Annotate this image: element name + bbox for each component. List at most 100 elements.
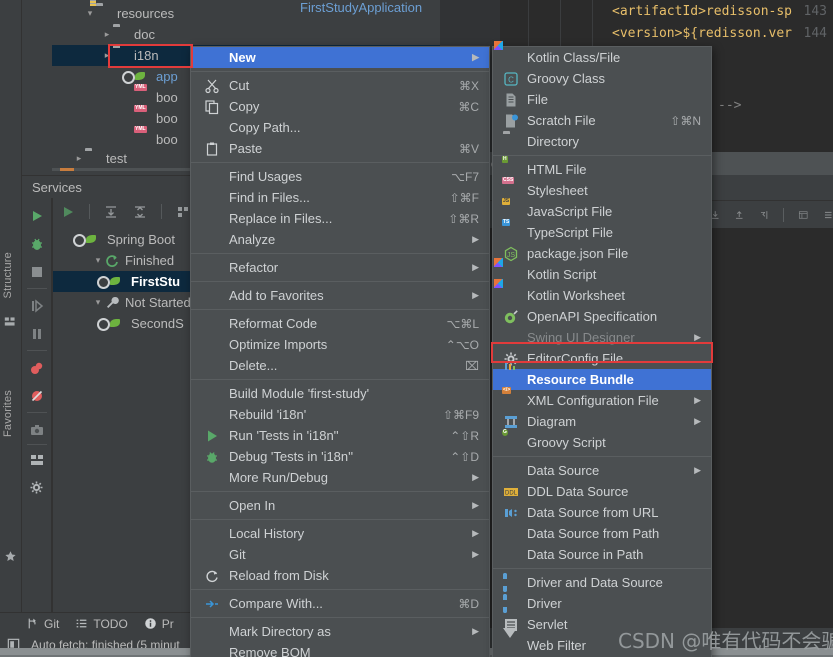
new-submenu[interactable]: Kotlin Class/File C Groovy Class File Sc… xyxy=(492,46,712,657)
menu-item-local-history[interactable]: Local History ▶ xyxy=(191,523,489,544)
menu-item-find-in-files[interactable]: Find in Files... ⇧⌘F xyxy=(191,187,489,208)
menu-item-copy-path[interactable]: Copy Path... xyxy=(191,117,489,138)
debug-icon[interactable] xyxy=(29,236,45,252)
chevron-right-icon[interactable] xyxy=(73,153,85,164)
run-icon[interactable] xyxy=(29,208,45,224)
submenu-item-kotlin-worksheet[interactable]: Kotlin Worksheet xyxy=(493,285,711,306)
submenu-item-data-source-in-path[interactable]: Data Source in Path xyxy=(493,544,711,565)
submenu-item-stylesheet[interactable]: CSS Stylesheet xyxy=(493,176,711,201)
submenu-item-kotlin-class-file[interactable]: Kotlin Class/File xyxy=(493,47,711,68)
run-icon[interactable] xyxy=(60,204,76,220)
menu-item-analyze[interactable]: Analyze ▶ xyxy=(191,229,489,250)
service-node-spring-boot[interactable]: Spring Boot xyxy=(74,229,175,250)
menu-item-copy[interactable]: Copy ⌘C xyxy=(191,96,489,117)
menu-item-add-to-favorites[interactable]: Add to Favorites ▶ xyxy=(191,285,489,306)
submenu-item-data-source[interactable]: Data Source ▶ xyxy=(493,460,711,481)
status-todo[interactable]: TODO xyxy=(75,617,128,631)
chevron-right-icon[interactable] xyxy=(101,29,113,40)
submenu-item-openapi-specification[interactable]: OpenAPI Specification xyxy=(493,306,711,327)
menu-item-remove-bom[interactable]: Remove BOM xyxy=(191,642,489,657)
expand-all-icon[interactable] xyxy=(103,204,119,220)
layout-icon[interactable] xyxy=(29,452,45,468)
submenu-item-groovy-script[interactable]: G Groovy Script xyxy=(493,428,711,453)
menu-item-mark-directory-as[interactable]: Mark Directory as ▶ xyxy=(191,621,489,642)
resume-icon[interactable] xyxy=(29,298,45,314)
menu-item-run-tests[interactable]: Run 'Tests in 'i18n'' ⌃⇧R xyxy=(191,425,489,446)
svg-text:C: C xyxy=(508,75,514,84)
stop-icon[interactable] xyxy=(29,264,45,280)
menu-item-debug-tests[interactable]: Debug 'Tests in 'i18n'' ⌃⇧D xyxy=(191,446,489,467)
menu-item-open-in[interactable]: Open In ▶ xyxy=(191,495,489,516)
menu-item-find-usages[interactable]: Find Usages ⌥F7 xyxy=(191,166,489,187)
submenu-item-driver[interactable]: Driver xyxy=(493,593,711,614)
menu-item-optimize-imports[interactable]: Optimize Imports ⌃⌥O xyxy=(191,334,489,355)
list-icon[interactable] xyxy=(823,207,833,223)
tool-window-favorites[interactable]: Favorites xyxy=(2,390,14,437)
star-icon[interactable] xyxy=(4,550,17,563)
menu-item-delete[interactable]: Delete... ⌧ xyxy=(191,355,489,376)
tree-item-yml[interactable]: boo xyxy=(135,129,178,150)
submenu-item-driver-and-data-source[interactable]: Driver and Data Source xyxy=(493,572,711,593)
submenu-item-xml-configuration-file[interactable]: </> XML Configuration File ▶ xyxy=(493,386,711,411)
submenu-item-resource-bundle[interactable]: Resource Bundle xyxy=(493,369,711,390)
menu-item-label: Paste xyxy=(229,141,263,156)
tree-item-doc[interactable]: doc xyxy=(101,24,155,45)
context-menu[interactable]: New ▶ Cut ⌘X Copy ⌘C Copy Path... Paste … xyxy=(190,46,490,657)
menu-item-reload-from-disk[interactable]: Reload from Disk xyxy=(191,565,489,586)
divider xyxy=(27,350,47,351)
table-icon[interactable] xyxy=(798,207,808,223)
service-node-second-study[interactable]: SecondS xyxy=(110,313,184,334)
submenu-item-file[interactable]: File xyxy=(493,89,711,110)
service-node-label: Not Started xyxy=(125,295,191,310)
insert-cursor-icon[interactable] xyxy=(759,207,769,223)
chevron-down-icon[interactable] xyxy=(92,297,104,308)
tool-window-structure[interactable]: Structure xyxy=(2,252,14,298)
submenu-item-package-json-file[interactable]: JS package.json File xyxy=(493,243,711,264)
submenu-item-scratch-file[interactable]: Scratch File ⇧⌘N xyxy=(493,110,711,131)
chevron-down-icon[interactable] xyxy=(84,8,96,19)
tree-item-test[interactable]: test xyxy=(73,148,127,169)
left-tool-window-strip: Structure Favorites xyxy=(0,0,22,612)
menu-item-build-module[interactable]: Build Module 'first-study' xyxy=(191,383,489,404)
menu-item-paste[interactable]: Paste ⌘V xyxy=(191,138,489,159)
scrollbar-thumb[interactable] xyxy=(60,168,74,171)
menu-item-cut[interactable]: Cut ⌘X xyxy=(191,75,489,96)
submenu-item-directory[interactable]: Directory xyxy=(493,131,711,152)
submenu-item-diagram[interactable]: Diagram ▶ xyxy=(493,411,711,432)
camera-icon[interactable] xyxy=(29,422,45,438)
menu-item-rebuild[interactable]: Rebuild 'i18n' ⇧⌘F9 xyxy=(191,404,489,425)
submenu-item-typescript-file[interactable]: TS TypeScript File xyxy=(493,218,711,243)
tree-item-resources[interactable]: resources xyxy=(84,3,174,24)
mute-breakpoints-icon[interactable] xyxy=(29,388,45,404)
service-node-finished[interactable]: Finished xyxy=(92,250,174,271)
menu-separator xyxy=(191,519,489,520)
menu-item-git[interactable]: Git ▶ xyxy=(191,544,489,565)
menu-item-refactor[interactable]: Refactor ▶ xyxy=(191,257,489,278)
submenu-item-data-source-from-url[interactable]: Data Source from URL xyxy=(493,502,711,523)
submenu-item-html-file[interactable]: H HTML File xyxy=(493,155,711,180)
menu-item-replace-in-files[interactable]: Replace in Files... ⇧⌘R xyxy=(191,208,489,229)
menu-item-more-run-debug[interactable]: More Run/Debug ▶ xyxy=(191,467,489,488)
structure-icon[interactable] xyxy=(4,315,17,328)
submenu-item-data-source-from-path[interactable]: Data Source from Path xyxy=(493,523,711,544)
submenu-item-kotlin-script[interactable]: Kotlin Script xyxy=(493,264,711,285)
status-problems[interactable]: Pr xyxy=(144,617,174,631)
menu-item-label: Analyze xyxy=(229,232,276,247)
submenu-item-editorconfig-file[interactable]: EditorConfig File xyxy=(493,348,711,369)
submenu-item-ddl-data-source[interactable]: DDL DDL Data Source xyxy=(493,481,711,502)
settings-gear-icon[interactable] xyxy=(29,480,45,496)
submenu-item-groovy-class[interactable]: C Groovy Class xyxy=(493,68,711,89)
menu-item-compare-with[interactable]: Compare With... ⌘D xyxy=(191,593,489,614)
status-git[interactable]: Git xyxy=(26,617,59,631)
menu-item-reformat-code[interactable]: Reformat Code ⌥⌘L xyxy=(191,313,489,334)
pause-icon[interactable] xyxy=(29,326,45,342)
service-node-not-started[interactable]: Not Started xyxy=(92,292,191,313)
group-icon[interactable] xyxy=(175,204,191,220)
export-icon[interactable] xyxy=(734,207,744,223)
record-icon[interactable] xyxy=(29,360,45,376)
collapse-all-icon[interactable] xyxy=(132,204,148,220)
chevron-right-icon[interactable] xyxy=(101,50,113,61)
menu-item-new[interactable]: New ▶ xyxy=(191,47,489,68)
chevron-down-icon[interactable] xyxy=(92,255,104,266)
submenu-item-javascript-file[interactable]: JS JavaScript File xyxy=(493,197,711,222)
